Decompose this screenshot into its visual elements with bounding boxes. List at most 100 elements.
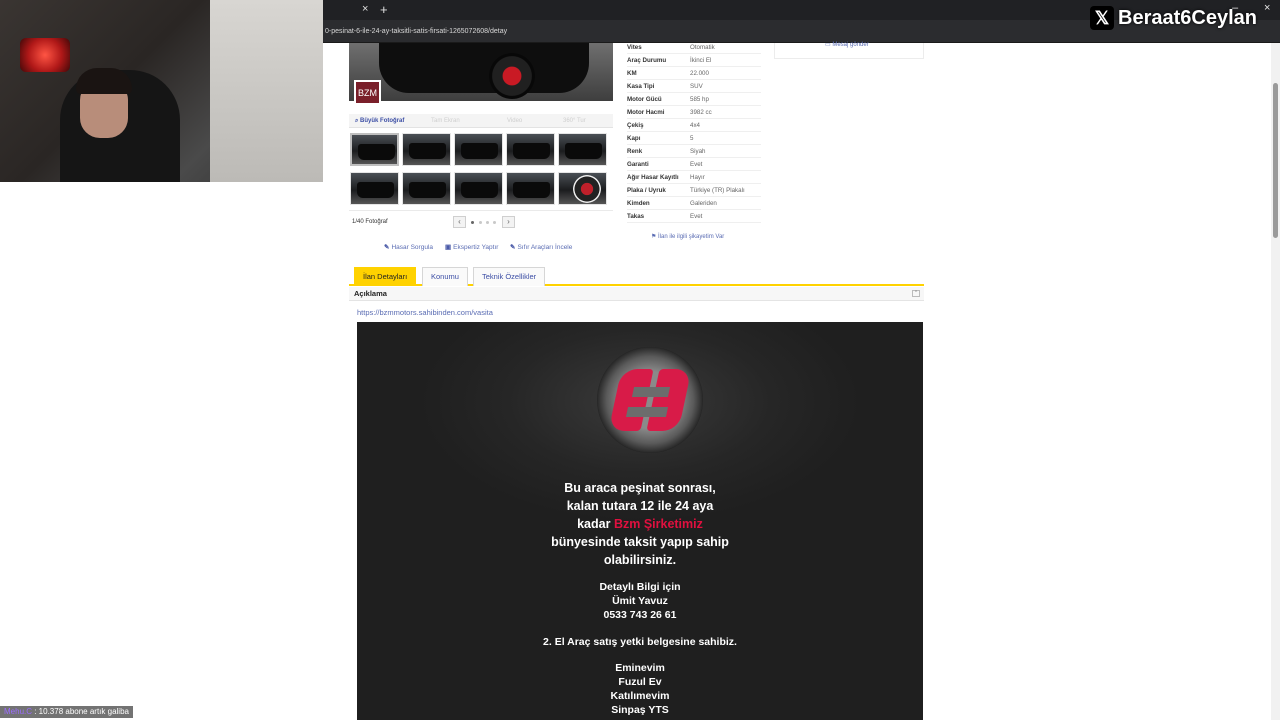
spec-value: 5: [690, 135, 694, 142]
spec-key: Kapı: [627, 135, 641, 142]
watermark-text: Beraat6Ceylan: [1118, 6, 1257, 29]
new-tab-icon[interactable]: +: [380, 2, 388, 17]
spec-key: Ağır Hasar Kayıtlı: [627, 174, 679, 181]
spec-value: SUV: [690, 83, 703, 90]
stream-watermark: 𝕏 Beraat6Ceylan: [1090, 6, 1257, 30]
chat-message: : 10.378 abone artık galiba: [32, 707, 129, 716]
thumbnail[interactable]: [454, 172, 503, 205]
spec-value: Evet: [690, 161, 703, 168]
dealer-store-link[interactable]: https://bzmmotors.sahibinden.com/vasita: [357, 308, 493, 317]
car-wheel: [489, 53, 535, 99]
window-close-icon[interactable]: ×: [1264, 2, 1270, 14]
wrench-icon: ✎: [384, 244, 390, 251]
gallery-tab-video[interactable]: Video: [507, 114, 522, 128]
main-photo[interactable]: [349, 43, 613, 101]
webcam-wall: [210, 0, 323, 182]
spec-row: Araç Durumu İkinci El: [627, 54, 761, 67]
pager-dot[interactable]: [471, 221, 474, 224]
send-message-link[interactable]: ▭ Mesaj gönder: [825, 41, 869, 48]
complaint-link[interactable]: ⚑ İlan ile ilgili şikayetim Var: [651, 233, 724, 240]
gallery-tab-large-photo[interactable]: ⌕ Büyük Fotoğraf: [355, 114, 404, 128]
spec-value: Türkiye (TR) Plakalı: [690, 187, 745, 194]
dealer-logo[interactable]: BZM: [354, 80, 381, 105]
spec-key: Renk: [627, 148, 643, 155]
spec-row: KM 22.000: [627, 67, 761, 80]
tab-close-icon[interactable]: ×: [362, 3, 368, 15]
spec-key: Motor Hacmi: [627, 109, 665, 116]
partner-item: Katılımevim: [610, 690, 670, 702]
thumbnail[interactable]: [402, 133, 451, 166]
pager-dot[interactable]: [493, 221, 496, 224]
thumbnail-grid: [349, 131, 613, 209]
gallery-tab-360[interactable]: 360° Tur: [563, 114, 586, 128]
description-banner: Bu araca peşinat sonrası, kalan tutara 1…: [357, 322, 923, 720]
tab-listing-details[interactable]: İlan Detayları: [354, 267, 417, 286]
spec-table: Vites Otomatik Araç Durumu İkinci El KM 22.…: [627, 41, 761, 223]
wrench-icon: ✎: [510, 244, 516, 251]
spec-key: Kimden: [627, 200, 650, 207]
thumbnail[interactable]: [402, 172, 451, 205]
partner-item: Eminevim: [615, 662, 665, 674]
spec-key: Kasa Tipi: [627, 83, 655, 90]
spec-row: Ağır Hasar Kayıtlı Hayır: [627, 171, 761, 184]
thumbnail[interactable]: [350, 133, 399, 166]
gallery-tab-fullscreen[interactable]: Tam Ekran: [431, 114, 460, 128]
tab-location[interactable]: Konumu: [422, 267, 468, 286]
collapse-icon[interactable]: ^: [912, 290, 920, 297]
installment-message: Bu araca peşinat sonrası, kalan tutara 1…: [551, 481, 729, 567]
prev-photo-button[interactable]: ‹: [453, 216, 466, 228]
thumbnail[interactable]: [558, 172, 607, 205]
thumbnail[interactable]: [558, 133, 607, 166]
spec-row: Garanti Evet: [627, 158, 761, 171]
gallery-tabs: ⌕ Büyük Fotoğraf Tam Ekran Video 360° Tu…: [349, 114, 613, 128]
description-header: Açıklama ^: [349, 287, 924, 301]
spec-key: Plaka / Uyruk: [627, 187, 666, 194]
thumbnail[interactable]: [454, 133, 503, 166]
spec-value: 22.000: [690, 70, 709, 77]
spec-key: Garanti: [627, 161, 649, 168]
flag-icon: ⚑: [651, 234, 659, 240]
report-icon: ▣: [445, 244, 452, 251]
thumbnail[interactable]: [350, 172, 399, 205]
thumbnail[interactable]: [506, 133, 555, 166]
spec-key: Takas: [627, 213, 645, 220]
scroll-thumb[interactable]: [1273, 83, 1278, 238]
spec-value: Siyah: [690, 148, 706, 155]
spec-row: Plaka / Uyruk Türkiye (TR) Plakalı: [627, 184, 761, 197]
partner-item: Fuzul Ev: [618, 676, 662, 688]
x-logo-icon: 𝕏: [1090, 6, 1114, 30]
thumbnail[interactable]: [506, 172, 555, 205]
spec-value: Hayır: [690, 174, 705, 181]
detail-tabs: İlan Detayları Konumu Teknik Özellikler: [349, 266, 924, 286]
spec-row: Motor Gücü 585 hp: [627, 93, 761, 106]
spec-key: KM: [627, 70, 637, 77]
photo-count: 1/40 Fotoğraf: [352, 219, 388, 225]
expertise-link[interactable]: ▣ Ekspertiz Yaptır: [445, 243, 498, 251]
contact-info: Detaylı Bilgi için Ümit Yavuz 0533 743 2…: [599, 581, 681, 621]
spec-row: Kimden Galeriden: [627, 197, 761, 210]
pager-dot[interactable]: [486, 221, 489, 224]
next-photo-button[interactable]: ›: [502, 216, 515, 228]
spec-value: 3982 cc: [690, 109, 712, 116]
damage-query-link[interactable]: ✎ Hasar Sorgula: [384, 243, 433, 251]
spec-value: Evet: [690, 213, 703, 220]
spec-key: Vites: [627, 44, 642, 51]
spec-value: 4x4: [690, 122, 700, 129]
spec-row: Çekiş 4x4: [627, 119, 761, 132]
spec-row: Motor Hacmi 3982 cc: [627, 106, 761, 119]
pager-dot[interactable]: [479, 221, 482, 224]
spec-row: Renk Siyah: [627, 145, 761, 158]
webcam-lamp: [20, 38, 70, 72]
webcam-overlay: [0, 0, 323, 182]
new-cars-link[interactable]: ✎ Sıfır Araçları İncele: [510, 243, 572, 251]
spec-row: Kapı 5: [627, 132, 761, 145]
description-title: Açıklama: [354, 289, 387, 298]
spec-row: Kasa Tipi SUV: [627, 80, 761, 93]
spec-key: Çekiş: [627, 122, 644, 129]
page-scrollbar[interactable]: [1271, 43, 1280, 720]
gallery-footer: 1/40 Fotoğraf ‹ ›: [349, 210, 613, 232]
tab-technical-specs[interactable]: Teknik Özellikler: [473, 267, 546, 286]
spec-value: İkinci El: [690, 57, 712, 64]
spec-key: Motor Gücü: [627, 96, 662, 103]
spec-key: Araç Durumu: [627, 57, 667, 64]
